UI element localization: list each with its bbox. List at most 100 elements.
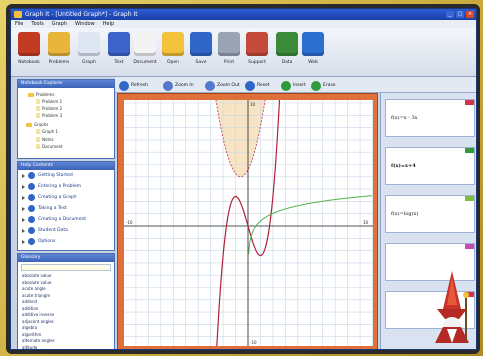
help-item[interactable]: Taking a Test [18,203,114,214]
function-expression[interactable]: f(x)=x - 3x [391,115,417,121]
function-card[interactable]: f(x)=x - 3x [385,99,475,137]
explorer-item[interactable]: Notes [36,137,54,142]
toolbar-print-button[interactable]: Print [215,32,243,74]
glossary-search-input[interactable] [21,264,111,271]
minimize-button[interactable]: _ [446,11,454,18]
explorer-item-label: Problem 3 [42,113,63,118]
page-icon [36,113,40,118]
erase-label: Erase [323,83,336,88]
help-item[interactable]: Student Data [18,225,114,236]
menu-tools[interactable]: Tools [31,21,43,27]
help-book-icon [28,216,35,223]
graph-page-icon [78,32,100,56]
y-tick-top: 10 [250,102,256,107]
zoom-in-button[interactable]: Zoom In [163,80,194,91]
function-color-tab[interactable] [465,148,474,153]
function-color-tab[interactable] [465,244,474,249]
reset-icon [245,80,255,91]
toolbar-document-label: Document [133,60,157,65]
function-expression[interactable]: f(x)=log(x) [391,211,418,217]
toolbar-text-button[interactable]: Text [105,32,133,74]
erase-button[interactable]: Erase [311,80,336,91]
toolbar-notebook-button[interactable]: Notebook [15,32,43,74]
function-color-tab[interactable] [465,100,474,105]
x-tick-right: 10 [363,220,369,225]
maximize-button[interactable]: □ [456,11,464,18]
explorer-item-label: Problems [36,92,55,97]
expand-caret-icon[interactable] [22,206,25,211]
toolbar-data-button[interactable]: Data [273,32,301,74]
refresh-icon [119,80,129,91]
notebook-icon [18,32,40,56]
expand-caret-icon[interactable] [22,173,25,178]
expand-caret-icon[interactable] [22,228,25,233]
expand-caret-icon[interactable] [22,217,25,222]
function-card[interactable]: f(x)=x+4 [385,147,475,185]
toolbar-notebook-label: Notebook [18,60,40,65]
toolbar-save-button[interactable]: Save [187,32,215,74]
expand-caret-icon[interactable] [22,195,25,200]
insert-button[interactable]: Insert [281,80,306,91]
help-item-label: Options [38,239,56,244]
title-bar: Graph It - [Untitled Graph*] - Graph It … [11,9,476,20]
text-icon [108,32,130,56]
help-list: Getting Started Entering a Problem Creatin… [18,170,114,247]
glossary-pane: Glossary absolute value absolute value acu… [17,253,115,350]
expand-caret-icon[interactable] [22,239,25,244]
menu-graph[interactable]: Graph [52,21,67,27]
menu-window[interactable]: Window [75,21,95,27]
help-item[interactable]: Getting Started [18,170,114,181]
help-book-icon [28,172,35,179]
graph-toolbar: Refresh Zoom In Zoom Out Reset Insert Erase [115,77,476,93]
document-icon [134,32,156,56]
function-color-tab[interactable] [465,196,474,201]
explorer-item[interactable]: Problems [28,92,54,97]
window-title: Graph It - [Untitled Graph*] - Graph It [25,11,138,18]
app-icon [14,11,22,18]
menu-file[interactable]: File [15,21,23,27]
help-item[interactable]: Options [18,236,114,247]
page-icon [36,144,40,149]
folder-icon [28,92,34,97]
help-item[interactable]: Creating a Graph [18,192,114,203]
app-window: Graph It - [Untitled Graph*] - Graph It … [10,8,477,350]
page-icon [36,106,40,111]
explorer-item[interactable]: Document [36,144,63,149]
glossary-item[interactable]: altitude [18,345,114,350]
menu-help[interactable]: Help [103,21,114,27]
help-item[interactable]: Creating a Document [18,214,114,225]
function-card[interactable]: f(x)=log(x) [385,195,475,233]
toolbar-problems-button[interactable]: Problems [45,32,73,74]
function-expression[interactable]: f(x)=x+4 [391,163,416,169]
explorer-item[interactable]: Problem 2 [36,106,62,111]
explorer-item-label: Problem 2 [42,106,63,111]
reset-button[interactable]: Reset [245,80,270,91]
zoom-out-icon [205,80,215,91]
help-item-label: Creating a Document [38,217,87,222]
graph-canvas[interactable]: -10 10 10 -10 [124,100,373,346]
pencil-icon [48,32,70,56]
toolbar-document-button[interactable]: Document [131,32,159,74]
toolbar-open-button[interactable]: Open [159,32,187,74]
toolbar-web-button[interactable]: Web [299,32,327,74]
explorer-item[interactable]: Graph 1 [36,129,58,134]
explorer-item[interactable]: Graphs [26,122,48,127]
toolbar-graph-button[interactable]: Graph [75,32,103,74]
x-tick-left: -10 [126,220,133,225]
help-contents-title: Help Contents [18,162,114,170]
expand-caret-icon[interactable] [22,184,25,189]
help-item-label: Creating a Graph [38,195,77,200]
refresh-label: Refresh [131,83,148,88]
help-item[interactable]: Entering a Problem [18,181,114,192]
toolbar-support-button[interactable]: Support [243,32,271,74]
people-icon [246,32,268,56]
close-button[interactable]: × [466,11,474,18]
zoom-out-button[interactable]: Zoom Out [205,80,240,91]
explorer-item-label: Notes [42,137,54,142]
explorer-item[interactable]: Problem 3 [36,113,62,118]
graph-frame: -10 10 10 -10 [117,93,378,349]
refresh-button[interactable]: Refresh [119,80,148,91]
notebook-explorer-pane: Notebook Explorer Problems Problem 1 Probl… [17,79,115,159]
main-toolbar: Notebook Problems Graph Text Document Open Sav… [11,28,476,77]
explorer-item[interactable]: Problem 1 [36,99,62,104]
